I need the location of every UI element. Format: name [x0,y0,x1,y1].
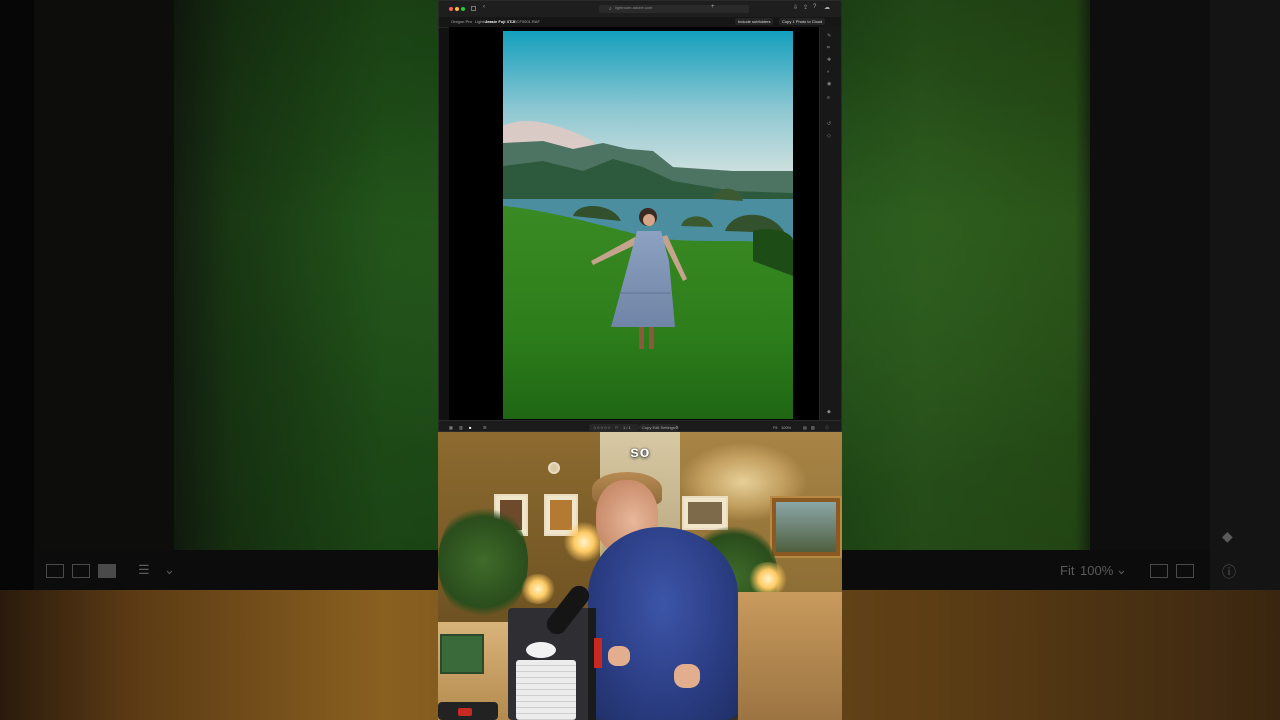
grid-icon [46,564,64,578]
notebook [440,634,484,674]
filmstrip-icon[interactable]: ▥ [459,425,463,430]
breadcrumb-separator: › [507,19,509,24]
include-subfolders-toggle[interactable]: Include subfolders [735,18,774,25]
bg-left-column [0,0,34,590]
sort-icon[interactable]: ☰ [483,425,487,430]
info-icon: ⓘ [1222,564,1236,580]
fit-label[interactable]: Fit [773,425,777,430]
red-object [458,708,472,716]
caption-text: so [630,444,650,461]
address-text: lightroom.adobe.com [615,5,653,10]
settings-icon[interactable]: ⚙ [675,425,679,430]
red-eye-icon[interactable]: ◉ [827,81,831,87]
woman-leg [649,327,654,349]
crop-icon[interactable]: ⌗ [827,45,830,51]
flag-icon[interactable]: ⚐ [615,425,619,430]
help-icon[interactable]: ? [813,4,816,10]
heal-icon[interactable]: ✚ [827,57,831,63]
grid-icon[interactable]: ▦ [449,425,453,430]
bg-right-column [1210,0,1280,590]
versions-icon[interactable]: ◇ [827,133,831,139]
right-tool-rail: ✎ ⌗ ✚ ◐ ◉ ≡ ↺ ◇ ◆ [819,27,841,420]
survey-icon [1176,564,1194,578]
search-icon: ⌕ [609,6,612,12]
breadcrumb-separator: › [471,19,473,24]
bg-dark-band [34,0,174,550]
mouse [526,642,556,658]
zoom-value[interactable]: 100% [781,425,791,430]
bottom-toolbar: ▦ ▥ ■ ☰ ☆☆☆☆☆ ⚐ 1 / 1 Copy Edit Settings… [439,420,841,431]
person-hand [608,646,630,666]
star-rating[interactable]: ☆☆☆☆☆ [593,425,611,430]
minimize-dot[interactable] [455,7,459,11]
single-view-icon[interactable]: ■ [469,425,471,430]
close-dot[interactable] [449,7,453,11]
survey-icon[interactable]: ▧ [811,425,815,430]
breadcrumb-item[interactable]: DSCF0001.RAF [511,19,540,24]
add-icon[interactable]: + [711,4,715,10]
copy-edit-button[interactable]: Copy Edit Settings [642,425,675,430]
breadcrumb-item[interactable]: Oregon Pro [451,19,472,24]
photo-count: 1 / 1 [623,425,631,430]
tag-icon: ◆ [1222,528,1233,544]
bg-right-dark [1090,0,1210,550]
table-lamp [748,562,788,596]
dresser [738,592,842,720]
mask-icon[interactable]: ◐ [827,69,830,75]
filmstrip-icon [72,564,90,578]
keyboard [516,660,576,720]
landscape-photo [503,31,793,419]
webcam-feed [438,432,842,720]
chevron-down-icon: ⌄ [164,562,175,577]
zoom-value: 100% [1080,563,1114,578]
info-icon[interactable]: ⓘ [825,425,829,431]
wall-painting [770,496,842,558]
edit-icon[interactable]: ✎ [827,33,831,39]
compare-icon [1150,564,1168,578]
history-icon[interactable]: ↺ [827,121,831,127]
download-icon[interactable]: ⇩ [793,4,798,11]
compare-icon[interactable]: ▤ [803,425,807,430]
lightroom-window: ‹ ⌕ lightroom.adobe.com + ⇩ ⇪ ? ☁ Oregon… [438,0,842,432]
mic-cable-red [594,638,602,668]
table-lamp [520,574,556,604]
cloud-icon[interactable]: ☁ [824,4,830,11]
plant [438,502,528,622]
woman-face [643,214,655,226]
person-hand [674,664,700,688]
copy-to-cloud-button[interactable]: Copy 1 Photo to Cloud [779,18,826,25]
chevron-down-icon: ⌄ [1116,562,1127,577]
tag-icon[interactable]: ◆ [827,409,831,415]
share-icon[interactable]: ⇪ [803,4,808,11]
title-bar: ‹ ⌕ lightroom.adobe.com + ⇩ ⇪ ? ☁ [439,1,841,18]
photo-canvas [449,27,819,420]
photo-preview[interactable] [503,31,793,419]
woman-leg [639,327,644,349]
breadcrumb-separator: › [481,19,483,24]
zoom-dot[interactable] [461,7,465,11]
single-view-icon [98,564,116,578]
presets-icon[interactable]: ≡ [827,95,830,101]
wall-clock [548,462,560,474]
fit-label: Fit [1060,563,1075,578]
person-hoodie [588,527,738,720]
back-icon[interactable]: ‹ [483,4,485,10]
sidebar-toggle-icon[interactable] [471,6,476,11]
sort-icon: ☰ [138,562,150,577]
